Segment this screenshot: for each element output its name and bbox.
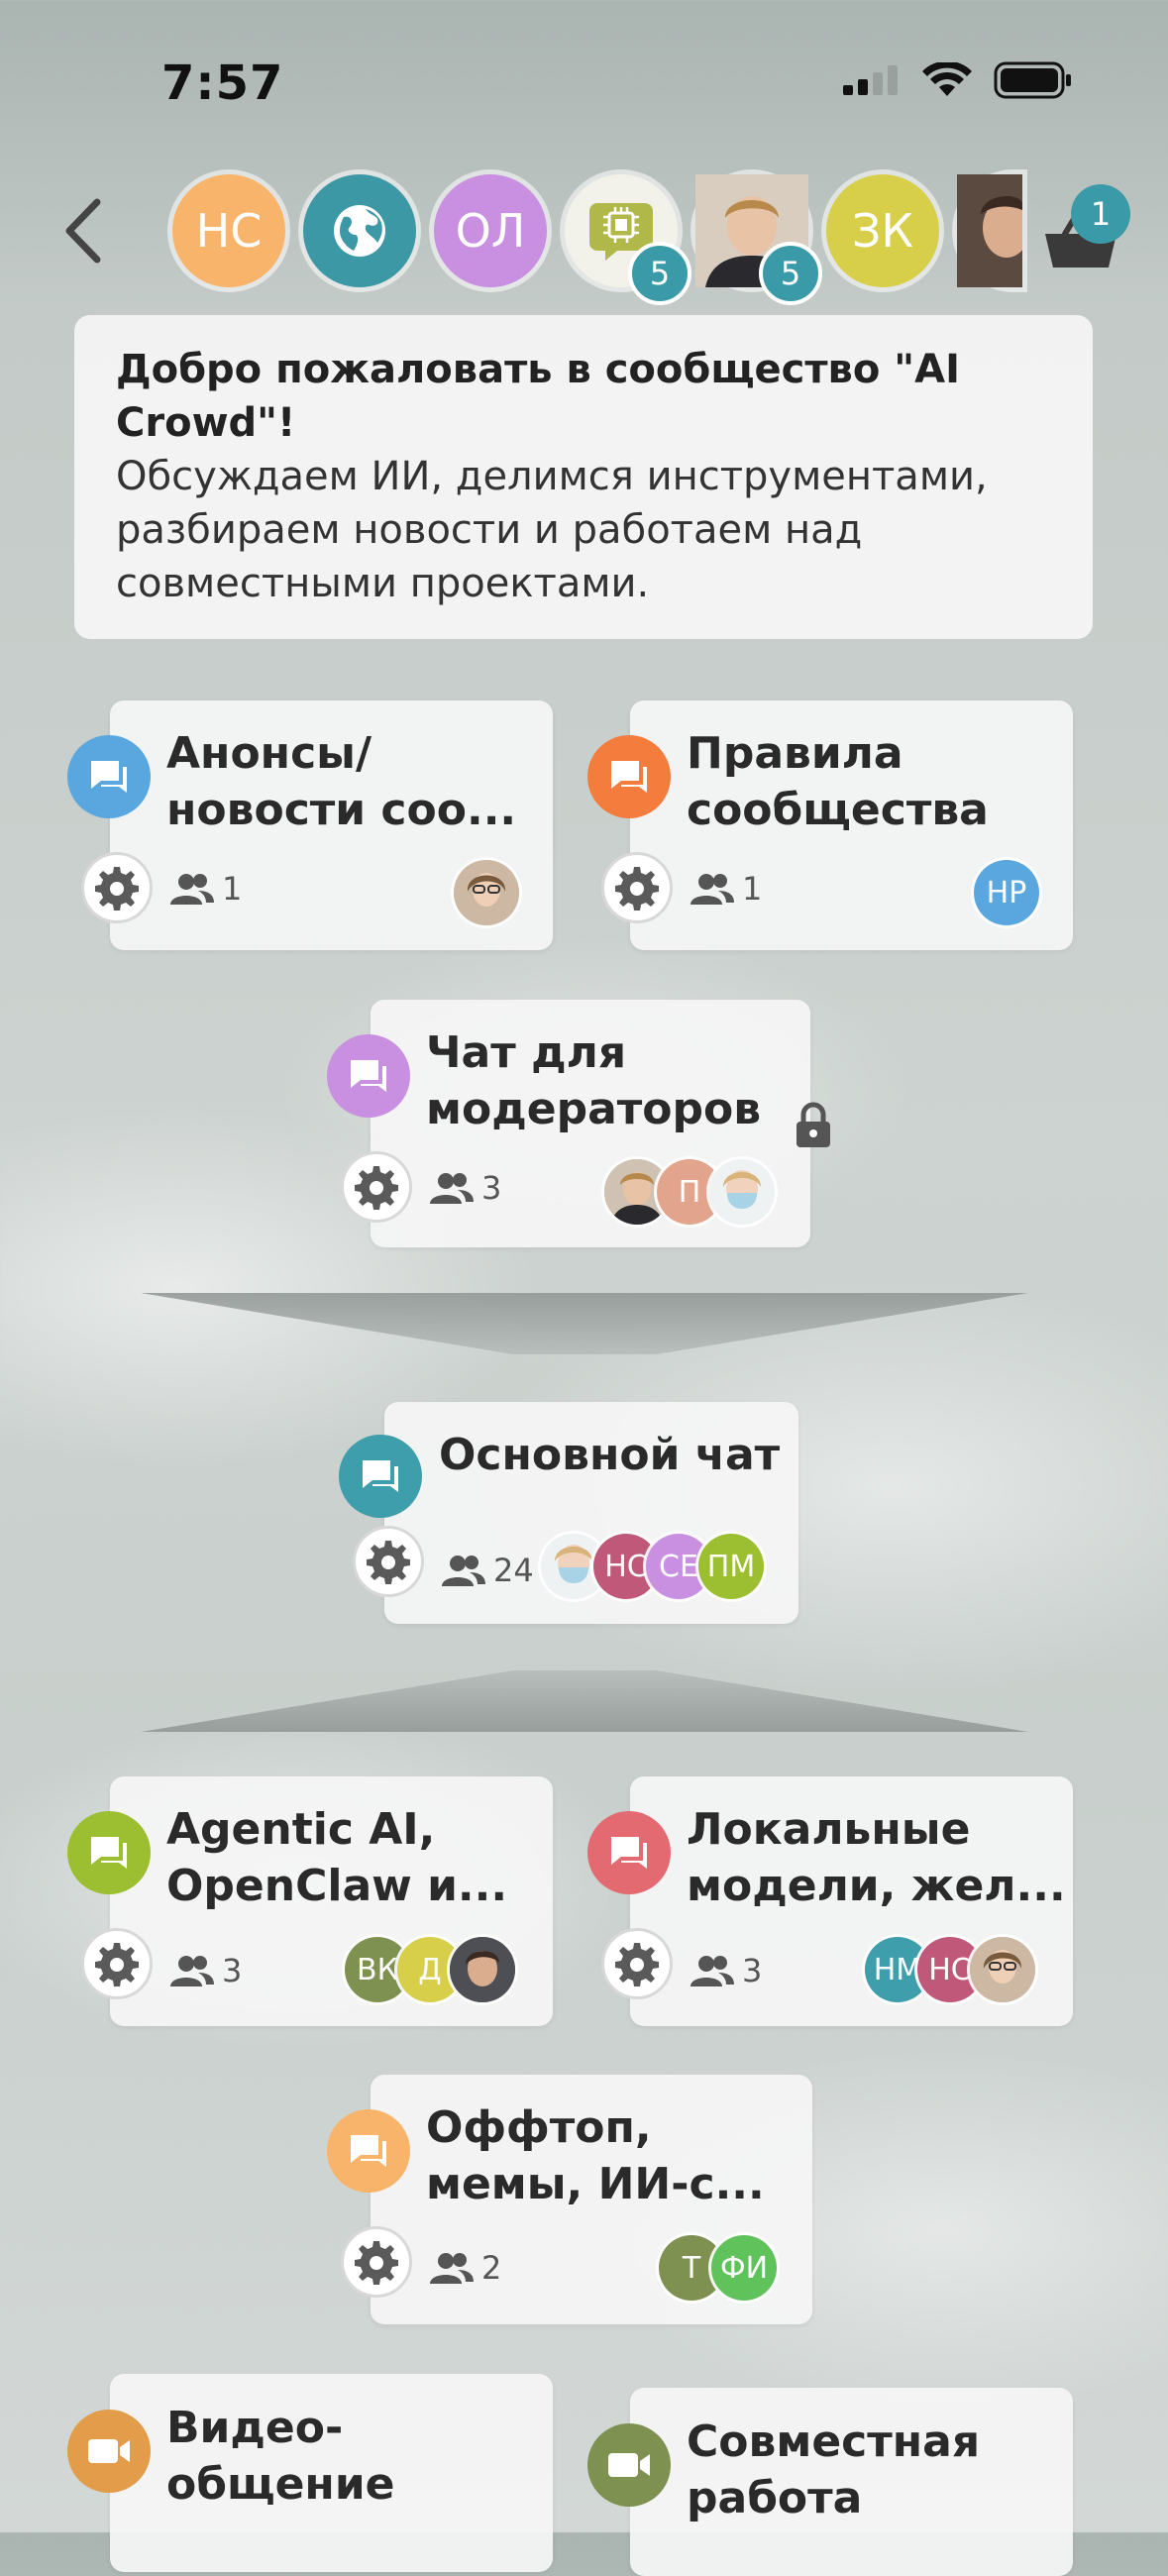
cart-badge: 1: [1071, 184, 1130, 244]
people-icon: [430, 1173, 474, 1204]
member-avatars: НМ НС: [865, 1937, 1035, 2002]
back-button[interactable]: [57, 196, 109, 266]
member-avatars: НС СЕ ПМ: [541, 1534, 765, 1599]
channel-title: Локальные модели, жел...: [687, 1804, 1066, 1911]
video-camera-icon: [67, 2410, 151, 2493]
chat-icon: [327, 1034, 410, 1118]
section-divider: [141, 1293, 1028, 1354]
channel-title: Оффтоп, мемы, ИИ-с...: [426, 2102, 765, 2209]
chevron-left-icon: [65, 198, 101, 264]
chat-icon: [339, 1435, 422, 1518]
people-icon: [690, 1956, 734, 1986]
channel-title: Видео- общение: [166, 2403, 395, 2510]
lock-icon: [796, 1102, 830, 1147]
avatar: НР: [974, 860, 1039, 925]
avatar: [450, 1937, 515, 2002]
gear-icon: [95, 1943, 139, 1986]
avatar: [970, 1937, 1035, 2002]
chip-person-2[interactable]: [957, 174, 1022, 287]
avatar: [709, 1159, 775, 1225]
channel-title: Agentic AI, OpenClaw и...: [166, 1804, 508, 1911]
avatar: ПМ: [698, 1534, 764, 1599]
welcome-text: Обсуждаем ИИ, делимся инструментами, раз…: [116, 454, 988, 606]
people-icon: [170, 1956, 214, 1986]
gear-icon: [95, 867, 139, 911]
settings-button[interactable]: [601, 852, 673, 923]
cellular-signal-icon: [843, 65, 898, 95]
chip-ol[interactable]: ОЛ: [434, 174, 547, 287]
members-count: 2: [428, 2249, 501, 2287]
welcome-card: Добро пожаловать в сообщество "AI Crowd"…: [74, 315, 1093, 639]
people-icon: [430, 2253, 474, 2284]
member-avatars: [454, 860, 519, 925]
settings-button[interactable]: [601, 1928, 673, 1999]
chat-icon: [587, 1811, 671, 1894]
member-avatars: ВК Д: [345, 1937, 515, 2002]
welcome-title: Добро пожаловать в сообщество "AI Crowd"…: [116, 347, 960, 446]
person-photo: [957, 174, 1022, 287]
section-divider: [141, 1670, 1028, 1732]
settings-button[interactable]: [341, 1151, 412, 1223]
channel-title: Совместная работа: [687, 2416, 981, 2523]
people-icon: [170, 874, 214, 905]
gear-icon: [355, 2241, 398, 2285]
chat-icon: [587, 735, 671, 818]
members-count: 3: [168, 1952, 242, 1989]
channel-title: Анонсы/ новости соо...: [166, 728, 517, 835]
people-icon: [690, 874, 734, 905]
chip-globe[interactable]: [303, 174, 416, 287]
chip-zk[interactable]: ЗК: [826, 174, 939, 287]
member-avatars: Т ФИ: [659, 2235, 777, 2301]
chat-icon: [67, 735, 151, 818]
members-count: 1: [689, 870, 762, 908]
battery-icon: [994, 61, 1071, 99]
settings-button[interactable]: [81, 852, 153, 923]
gear-icon: [355, 1166, 398, 1210]
unread-badge: 5: [759, 242, 822, 305]
video-camera-icon: [587, 2423, 671, 2507]
status-icons: [843, 61, 1073, 99]
unread-badge: 5: [628, 242, 691, 305]
chat-icon: [67, 1811, 151, 1894]
chat-icon: [327, 2109, 410, 2193]
avatar: [454, 860, 519, 925]
members-count: 3: [689, 1952, 762, 1989]
status-time: 7:57: [161, 55, 284, 111]
settings-button[interactable]: [341, 2226, 412, 2298]
globe-icon: [334, 205, 385, 257]
chip-ns[interactable]: НС: [172, 174, 285, 287]
member-avatars: П: [604, 1159, 775, 1225]
member-avatars: НР: [974, 860, 1039, 925]
gear-icon: [615, 1943, 659, 1986]
channel-title: Основной чат: [439, 1430, 781, 1480]
avatar: ФИ: [711, 2235, 777, 2301]
settings-button[interactable]: [81, 1928, 153, 1999]
settings-button[interactable]: [353, 1526, 424, 1597]
wifi-icon: [922, 62, 972, 96]
members-count: 1: [168, 870, 242, 908]
channel-title: Чат для модераторов: [426, 1027, 762, 1134]
members-count: 24: [440, 1552, 534, 1589]
gear-icon: [367, 1541, 410, 1584]
gear-icon: [615, 867, 659, 911]
members-count: 3: [428, 1169, 501, 1207]
people-icon: [442, 1556, 485, 1586]
channel-title: Правила сообщества: [687, 728, 989, 835]
